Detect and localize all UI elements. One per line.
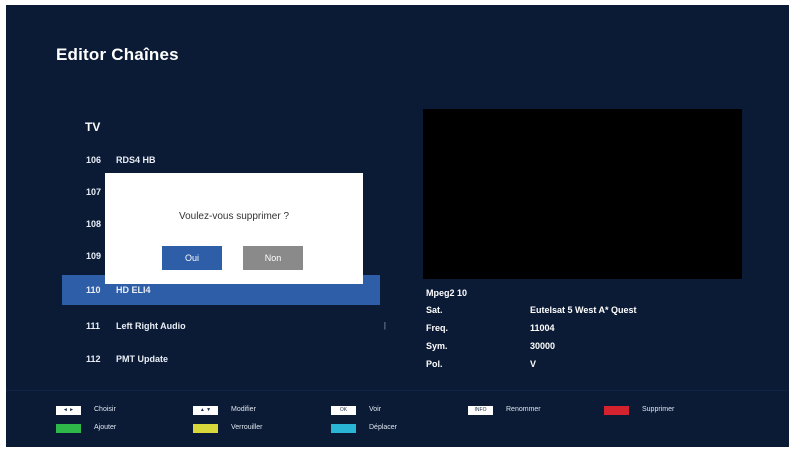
dialog-message: Voulez-vous supprimer ? — [178, 211, 290, 222]
channel-editor-screen: Editor Chaînes TV 106 RDS4 HB 107 108 10… — [6, 5, 789, 447]
info-key: Freq. — [426, 323, 449, 333]
channel-name: RDS4 HB — [116, 155, 156, 165]
channel-info-title: Mpeg2 10 — [426, 288, 468, 298]
info-value: 11004 — [530, 323, 555, 333]
yellow-key-icon — [193, 424, 218, 433]
no-button[interactable]: Non — [243, 246, 303, 270]
channel-row[interactable]: 106 RDS4 HB — [62, 145, 380, 175]
red-key-icon — [604, 406, 629, 415]
channel-number: 111 — [86, 321, 101, 331]
blue-key-icon — [331, 424, 356, 433]
channel-number: 110 — [86, 285, 101, 295]
key-legend-footer: ◄ ► Choisir ▲ ▼ Modifier OK Voir INFO Re… — [6, 390, 789, 447]
list-header: TV — [85, 120, 101, 134]
channel-row[interactable]: 112 PMT Update — [62, 344, 380, 374]
channel-number: 112 — [86, 354, 101, 364]
info-key: Sat. — [426, 305, 443, 315]
ok-key-icon: OK — [331, 406, 356, 415]
channel-number: 107 — [86, 187, 102, 197]
yes-button[interactable]: Oui — [162, 246, 222, 270]
info-key: Sym. — [426, 341, 448, 351]
info-value: V — [530, 359, 537, 369]
channel-name: Left Right Audio — [116, 321, 186, 331]
page-title: Editor Chaînes — [56, 45, 179, 64]
channel-number: 109 — [86, 251, 102, 261]
channel-name: HD ELI4 — [116, 285, 151, 295]
info-key: Pol. — [426, 359, 443, 369]
green-key-icon — [56, 424, 81, 433]
channel-name: PMT Update — [116, 354, 169, 364]
info-key-icon: INFO — [468, 406, 493, 415]
channel-number: 106 — [86, 155, 102, 165]
video-preview — [423, 109, 742, 279]
scroll-indicator-icon: | — [383, 321, 386, 330]
delete-confirm-dialog: Voulez-vous supprimer ? Oui Non — [105, 173, 363, 284]
arrows-left-right-icon: ◄ ► — [56, 406, 81, 415]
info-value: Eutelsat 5 West A* Quest — [530, 305, 637, 315]
channel-number: 108 — [86, 219, 102, 229]
arrows-up-down-icon: ▲ ▼ — [193, 406, 218, 415]
channel-row[interactable]: 111 Left Right Audio | — [62, 311, 386, 341]
info-value: 30000 — [530, 341, 556, 351]
